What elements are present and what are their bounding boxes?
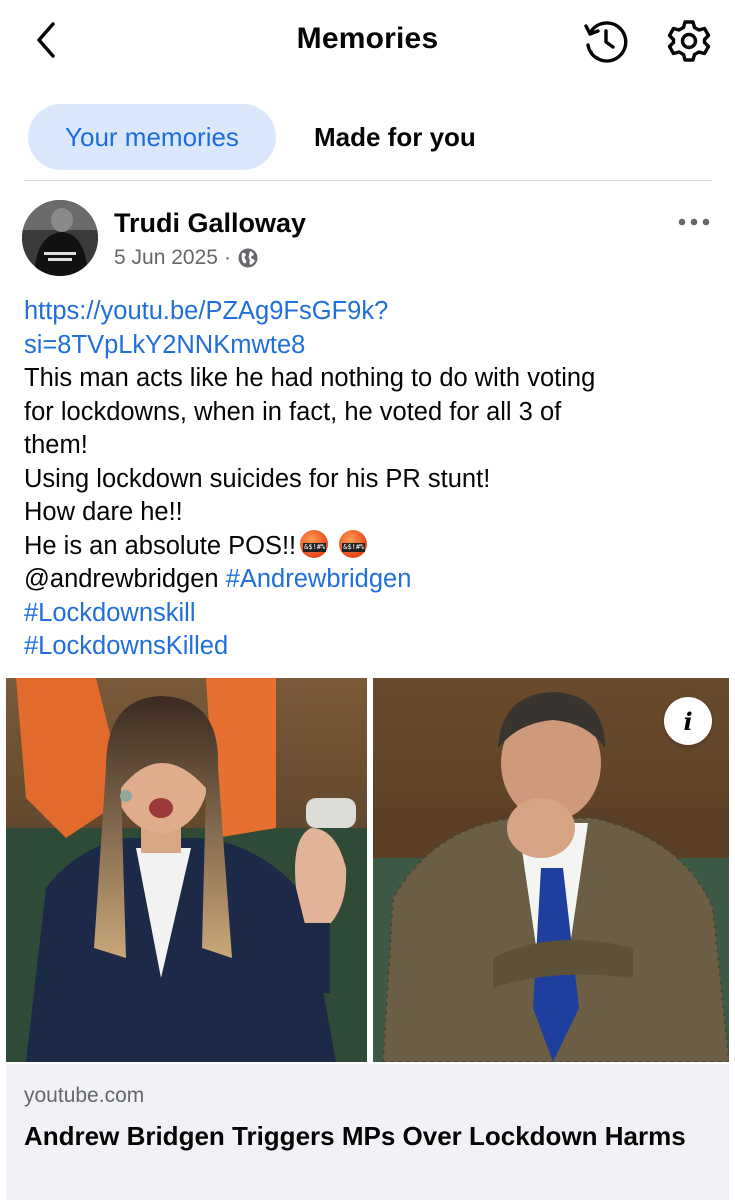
post-text-line: Using lockdown suicides for his PR stunt… bbox=[24, 464, 491, 493]
tab-made-for-you[interactable]: Made for you bbox=[314, 104, 476, 170]
speaker-photo bbox=[6, 678, 367, 1062]
avatar-image bbox=[22, 200, 98, 276]
post-text-line: for lockdowns, when in fact, he voted fo… bbox=[24, 397, 562, 426]
post-link-line-2[interactable]: si=8TVpLkY2NNKmwte8 bbox=[24, 329, 714, 363]
memories-tabs: Your memories Made for you bbox=[28, 104, 476, 170]
avatar[interactable] bbox=[22, 200, 98, 276]
globe-icon bbox=[238, 248, 258, 268]
more-dots-icon bbox=[678, 218, 710, 226]
link-preview[interactable]: youtube.com Andrew Bridgen Triggers MPs … bbox=[6, 1064, 729, 1200]
settings-button[interactable] bbox=[662, 16, 716, 66]
info-icon: i bbox=[683, 706, 693, 736]
post-text-line-tags: @andrewbridgen #Andrewbridgen bbox=[24, 563, 714, 597]
info-button[interactable]: i bbox=[664, 697, 712, 745]
post-text-line: them! bbox=[24, 431, 88, 459]
post-meta: 5 Jun 2025 · bbox=[114, 246, 259, 270]
link-domain: youtube.com bbox=[24, 1084, 145, 1107]
post-link-line-1[interactable]: https://youtu.be/PZAg9FsGF9k? bbox=[24, 295, 714, 329]
tab-your-memories[interactable]: Your memories bbox=[28, 104, 276, 170]
hashtag-andrewbridgen[interactable]: #Andrewbridgen bbox=[226, 565, 412, 593]
post-text-line: How dare he!! bbox=[24, 498, 183, 526]
history-button[interactable] bbox=[580, 16, 632, 66]
top-bar: Memories bbox=[0, 0, 735, 82]
mention[interactable]: @andrewbridgen bbox=[24, 565, 219, 593]
post-more-button[interactable] bbox=[672, 204, 716, 240]
pos-text: He is an absolute POS!! bbox=[24, 531, 297, 560]
post-text: https://youtu.be/PZAg9FsGF9k? si=8TVpLkY… bbox=[24, 295, 714, 664]
post-text-line-pos: He is an absolute POS!! bbox=[24, 529, 714, 564]
video-thumbnail-left[interactable] bbox=[6, 678, 367, 1062]
history-clock-icon bbox=[584, 21, 628, 63]
link-title: Andrew Bridgen Triggers MPs Over Lockdow… bbox=[24, 1121, 686, 1151]
hashtag-lockdownskill[interactable]: #Lockdownskill bbox=[24, 597, 714, 631]
post-text-line: This man acts like he had nothing to do … bbox=[24, 364, 596, 392]
angry-emoji-2 bbox=[339, 529, 368, 558]
gear-icon bbox=[667, 20, 711, 62]
divider bbox=[24, 180, 712, 181]
angry-emoji-1 bbox=[300, 529, 329, 558]
meta-separator: · bbox=[223, 246, 231, 269]
post-author[interactable]: Trudi Galloway bbox=[114, 208, 306, 239]
hashtag-lockdownskilled[interactable]: #LockdownsKilled bbox=[24, 630, 714, 664]
post-date[interactable]: 5 Jun 2025 bbox=[114, 246, 218, 270]
